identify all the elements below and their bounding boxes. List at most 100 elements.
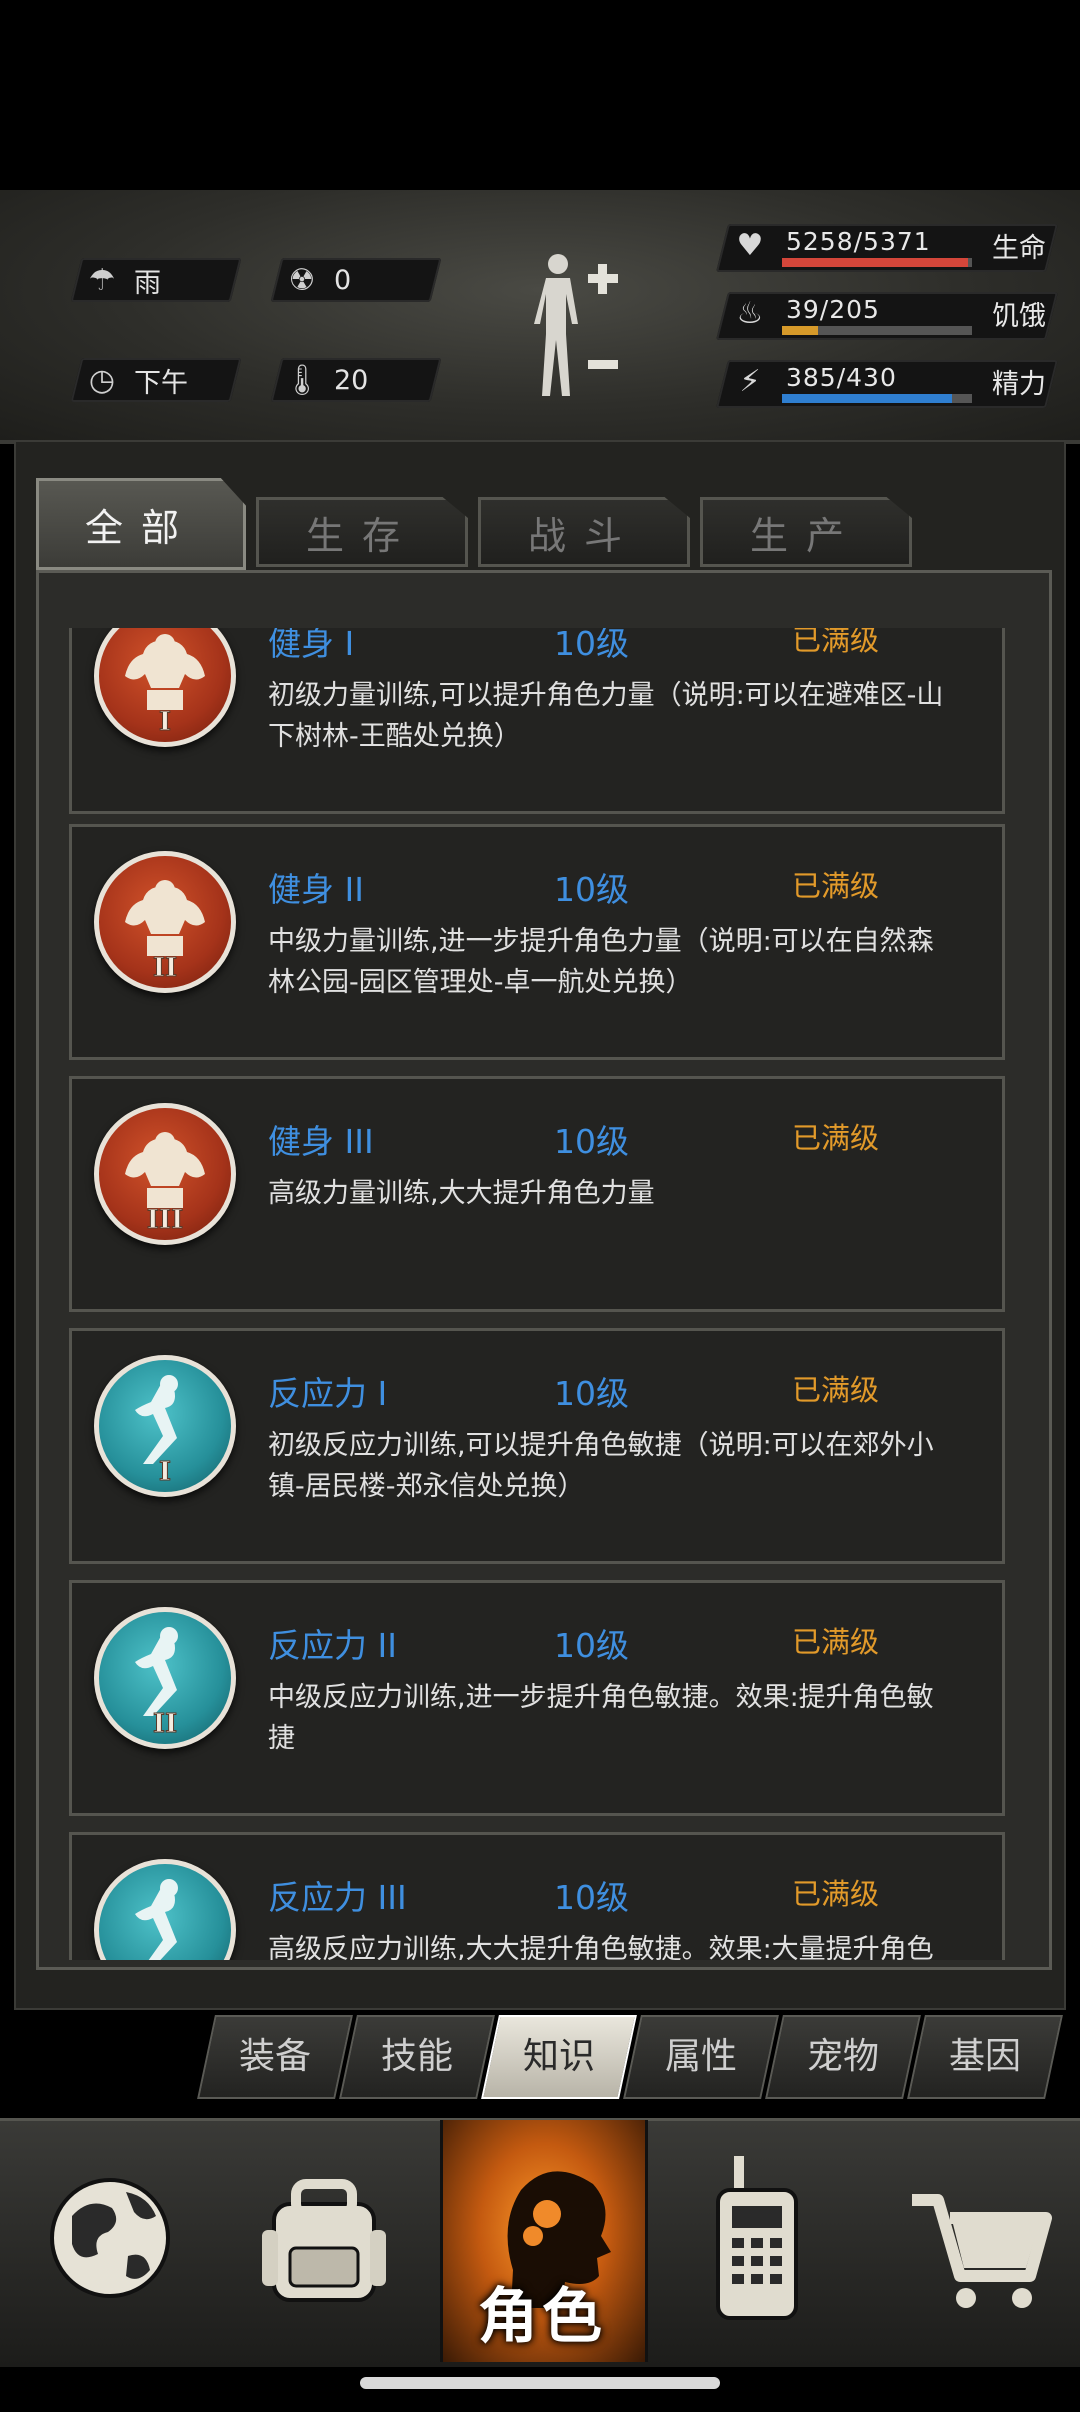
hunger-value: 39/205: [786, 295, 880, 324]
backpack-icon: [262, 2179, 386, 2302]
reflex-training-icon: II: [94, 1607, 236, 1749]
strength-training-icon: II: [94, 851, 236, 993]
skill-level: 10级: [554, 1122, 629, 1161]
temperature-value: 20: [334, 364, 369, 396]
time-label: 下午: [134, 367, 188, 399]
category-label: 知识: [522, 2036, 595, 2077]
radiation-chip: ☢ 0: [270, 258, 442, 302]
reflex-training-icon: III: [94, 1859, 236, 1960]
svg-text:I: I: [159, 1457, 171, 1487]
heart-icon: ♥: [736, 228, 764, 263]
stat-bar-fill: [782, 394, 953, 403]
thermometer-icon: 🌡︎: [282, 362, 322, 398]
energy-icon: ⚡: [739, 364, 761, 399]
skill-description: 初级反应力训练,可以提升角色敏捷（说明:可以在郊外小镇-居民楼-郑永信处兑换）: [268, 1430, 934, 1502]
nav-world-button[interactable]: [10, 2120, 210, 2362]
temperature-chip: 🌡︎ 20: [270, 358, 442, 402]
skill-card[interactable]: I 健身 I 10级 已满级初级力量训练,可以提升角色力量（说明:可以在避难区-山下树…: [69, 628, 1005, 814]
shopping-cart-icon: [912, 2194, 1052, 2308]
tab-production[interactable]: 生产: [700, 497, 912, 567]
category-label: 技能: [380, 2036, 453, 2077]
skill-description: 高级力量训练,大大提升角色力量: [268, 1178, 655, 1209]
svg-text:II: II: [153, 1709, 177, 1739]
svg-text:I: I: [159, 707, 171, 737]
category-label: 装备: [238, 2036, 311, 2077]
time-chip: ◷ 下午: [70, 358, 242, 402]
category-label: 宠物: [806, 2036, 879, 2077]
nav-radio-button[interactable]: [654, 2120, 860, 2362]
energy-stat: ⚡ 385/430 精力: [716, 358, 1062, 410]
skill-name: 反应力 I: [268, 1374, 388, 1413]
skill-name: 健身 II: [268, 870, 364, 909]
minus-icon: [588, 360, 618, 369]
skill-description: 中级反应力训练,进一步提升角色敏捷。效果:提升角色敏捷: [268, 1682, 934, 1754]
hunger-label: 饥饿: [992, 301, 1046, 332]
strength-training-icon: III: [94, 1103, 236, 1245]
skill-card[interactable]: III 反应力 III 10级 已满级高级反应力训练,大大提升角色敏捷。效果:大量提升…: [69, 1832, 1005, 1960]
skill-card[interactable]: II 健身 II 10级 已满级中级力量训练,进一步提升角色力量（说明:可以在自然森林…: [69, 824, 1005, 1060]
category-equipment[interactable]: 装备: [197, 2015, 353, 2099]
tab-survival[interactable]: 生存: [256, 497, 468, 567]
skill-status: 已满级: [792, 628, 880, 657]
skill-name: 反应力 III: [268, 1878, 407, 1917]
skill-level: 10级: [554, 870, 629, 909]
category-pets[interactable]: 宠物: [765, 2015, 921, 2099]
skill-status: 已满级: [792, 869, 880, 903]
nav-shop-button[interactable]: [872, 2120, 1072, 2362]
tab-combat[interactable]: 战斗: [478, 497, 690, 567]
body-figure-icon: [534, 254, 578, 396]
clock-icon: ◷: [88, 362, 116, 398]
svg-text:II: II: [153, 953, 177, 983]
reflex-training-icon: I: [94, 1355, 236, 1497]
system-home-indicator[interactable]: [360, 2377, 720, 2389]
radiation-icon: ☢: [288, 262, 316, 298]
globe-icon: [50, 2178, 170, 2298]
category-genes[interactable]: 基因: [907, 2015, 1063, 2099]
weather-label: 雨: [134, 267, 161, 299]
skill-card[interactable]: III 健身 III 10级 已满级高级力量训练,大大提升角色力量: [69, 1076, 1005, 1312]
nav-inventory-button[interactable]: [222, 2120, 428, 2362]
walkie-talkie-icon: [716, 2156, 798, 2320]
category-skills[interactable]: 技能: [339, 2015, 495, 2099]
category-knowledge[interactable]: 知识: [481, 2015, 637, 2099]
skill-level: 10级: [554, 1878, 629, 1917]
category-label: 基因: [948, 2036, 1021, 2077]
hunger-bar: [782, 326, 972, 335]
plus-icon: [588, 264, 618, 294]
skill-status: 已满级: [792, 1877, 880, 1911]
skill-name: 健身 III: [268, 1122, 374, 1161]
skill-description: 初级力量训练,可以提升角色力量（说明:可以在避难区-山下树林-王酷处兑换）: [268, 680, 944, 752]
rain-cloud-icon: ☂: [88, 262, 116, 298]
energy-label: 精力: [992, 369, 1046, 400]
skill-card[interactable]: II 反应力 II 10级 已满级 中级反应力训练,进一步提升角色敏捷。效果:提升角色敏…: [69, 1580, 1005, 1816]
body-status-button[interactable]: [520, 250, 630, 420]
hunger-stat: ♨ 39/205 饥饿: [716, 290, 1062, 342]
tab-all[interactable]: 全部: [36, 478, 246, 570]
strength-training-icon: I: [94, 628, 236, 747]
skill-description: 中级力量训练,进一步提升角色力量（说明:可以在自然森林公园-园区管理处-卓一航处…: [268, 926, 934, 998]
nav-character-label: 角色: [478, 2282, 606, 2352]
skill-name: 健身 I: [268, 628, 355, 663]
skill-list[interactable]: I 健身 I 10级 已满级 初级力量训练,可以提升角色力量（说明:可以在避难区-山下树…: [39, 628, 1049, 1960]
stat-bar-fill: [782, 258, 968, 267]
skill-description: 高级反应力训练,大大提升角色敏捷。效果:大量提升角色敏: [268, 1934, 934, 1960]
health-stat: ♥ 5258/5371 生命: [716, 222, 1062, 274]
category-attributes[interactable]: 属性: [623, 2015, 779, 2099]
stomach-icon: ♨: [736, 296, 764, 331]
category-label: 属性: [664, 2036, 737, 2077]
skill-status: 已满级: [792, 1625, 880, 1659]
radiation-value: 0: [334, 264, 352, 296]
skill-status: 已满级: [792, 1121, 880, 1155]
health-value: 5258/5371: [786, 227, 931, 256]
skill-level: 10级: [554, 1374, 629, 1413]
health-label: 生命: [992, 233, 1046, 264]
stat-bar-fill: [782, 326, 819, 335]
skill-status: 已满级: [792, 1373, 880, 1407]
svg-text:III: III: [147, 1205, 184, 1235]
weather-chip: ☂ 雨: [70, 258, 242, 302]
skill-level: 10级: [554, 1626, 629, 1665]
energy-bar: [782, 394, 972, 403]
skill-level: 10级: [554, 628, 629, 663]
health-bar: [782, 258, 972, 267]
skill-card[interactable]: I 反应力 I 10级 已满级初级反应力训练,可以提升角色敏捷（说明:可以在郊外小镇-…: [69, 1328, 1005, 1564]
